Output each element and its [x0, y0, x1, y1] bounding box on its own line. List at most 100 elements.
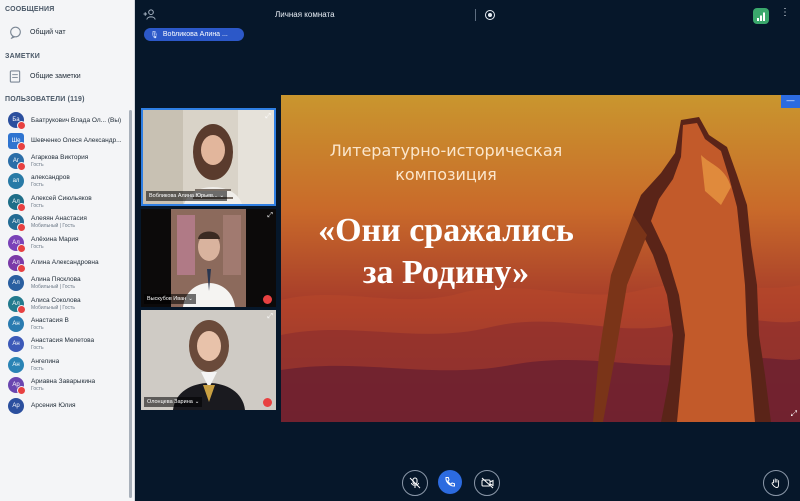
participant-name-3: Олонцева Зарина ⌄ [144, 397, 203, 407]
mic-off-icon [409, 477, 421, 489]
messages-section-title: СООБЩЕНИЯ [5, 6, 55, 13]
video-tile-1[interactable]: Вобликова Алина Юрьев... ⌄ ⤢ [141, 108, 276, 206]
user-info: Ангелина Гость [31, 358, 59, 372]
user-list-item[interactable]: Ар Арсения Юлия [0, 395, 134, 415]
user-name: александров [31, 174, 70, 182]
user-list-item[interactable]: ал александров Гость [0, 171, 134, 191]
user-role: Мобильный | Гость [31, 304, 75, 311]
chevron-down-icon: ⌄ [194, 399, 200, 405]
user-list-item[interactable]: Ше Шевченко Олеся Александр... [0, 130, 134, 151]
user-info: Алиса Соколова Мобильный | Гость [31, 297, 81, 311]
user-name: Баатрукович Влада Ол... (Вы) [31, 116, 122, 124]
camera-off-button[interactable] [474, 470, 500, 496]
muted-status-icon [17, 141, 26, 151]
user-info: Алеяян Анастасия Мобильный | Гость [31, 215, 87, 229]
user-list-item[interactable]: Ар Ариавна Заварыкина Гость [0, 375, 134, 396]
user-list-item[interactable]: Ан Анастасия Мелетова Гость [0, 334, 134, 354]
participant-name-1: Вобликова Алина Юрьев... ⌄ [146, 191, 228, 201]
user-name: Алёхина Мария [31, 235, 79, 243]
muted-status-icon [17, 161, 26, 171]
user-list-item[interactable]: Ал Алеяян Анастасия Мобильный | Гость [0, 212, 134, 233]
user-name: Алеяян Анастасия [31, 215, 87, 223]
minimize-presentation-button[interactable]: — [781, 95, 800, 108]
user-list-item[interactable]: Ал Алиса Соколова Мобильный | Гость [0, 294, 134, 314]
expand-icon[interactable]: ⤢ [267, 212, 273, 220]
user-role: Гость [31, 345, 44, 352]
chevron-down-icon: ⌄ [188, 296, 193, 302]
general-chat-item[interactable]: Общий чат [0, 21, 134, 43]
avatar: ал [8, 173, 24, 190]
user-info: Анастасия В Гость [31, 317, 69, 331]
chevron-down-icon: ⌄ [219, 193, 225, 199]
video-feed-3 [141, 310, 276, 410]
user-name: Арсения Юлия [31, 402, 76, 410]
user-name: Анастасия Мелетова [31, 337, 95, 345]
user-role: Гость [31, 386, 44, 393]
user-list-item[interactable]: Ба Баатрукович Влада Ол... (Вы) [0, 110, 134, 131]
topbar-divider [475, 9, 476, 21]
user-list-item[interactable]: Ал Алёхина Мария Гость [0, 232, 134, 253]
user-list-item[interactable]: Ал Алексей Сиюльяков Гость [0, 192, 134, 212]
expand-icon[interactable]: ⤢ [265, 113, 271, 121]
room-title: Личная комната [275, 10, 335, 19]
mic-off-icon [263, 398, 272, 407]
add-user-icon[interactable] [143, 9, 156, 22]
active-speaker-name: Вобликова Алина ... [162, 31, 228, 38]
muted-status-icon [17, 202, 26, 212]
shared-notes-label: Общие заметки [30, 72, 81, 80]
video-tile-2[interactable]: Выскубов Иван ⌄ ⤢ [141, 209, 276, 307]
muted-status-icon [17, 304, 26, 314]
avatar: Ал [8, 234, 26, 253]
video-tile-3[interactable]: Олонцева Зарина ⌄ ⤢ [141, 310, 276, 410]
raise-hand-button[interactable] [763, 470, 789, 496]
user-info: Шевченко Олеся Александр... [31, 137, 122, 144]
slide-subtitle-line2: композиция [395, 165, 497, 184]
muted-status-icon [17, 263, 26, 273]
avatar-initials: Ал [12, 280, 20, 287]
muted-status-icon [17, 223, 26, 233]
avatar: Ал [8, 254, 26, 273]
user-info: Агаркова Виктория Гость [31, 154, 88, 168]
camera-off-icon [481, 477, 493, 489]
user-role: Мобильный | Гость [31, 223, 75, 230]
user-list-scrollbar[interactable] [129, 110, 132, 498]
sidebar: СООБЩЕНИЯ Общий чат ЗАМЕТКИ Общие заметк… [0, 0, 135, 501]
user-info: Баатрукович Влада Ол... (Вы) [31, 117, 121, 124]
user-role: Гость [31, 161, 44, 168]
avatar-initials: Ан [12, 341, 20, 348]
user-role: Мобильный | Гость [31, 284, 75, 291]
expand-icon[interactable]: ⤢ [791, 409, 797, 419]
user-list-item[interactable]: Ан Ангелина Гость [0, 355, 134, 375]
avatar: Ан [8, 356, 24, 373]
network-icon[interactable] [753, 8, 769, 24]
user-name: Агаркова Виктория [31, 153, 89, 161]
user-info: александров Гость [31, 174, 70, 188]
user-name: Алина Александровна [31, 259, 99, 267]
microphone-icon: 🎙 [150, 31, 159, 39]
user-role: Гость [31, 365, 44, 372]
user-name: Алиса Соколова [31, 296, 81, 304]
user-name: Алексей Сиюльяков [31, 194, 92, 202]
avatar: Ар [8, 377, 26, 396]
user-name: Анастасия В [31, 317, 69, 325]
user-list-item[interactable]: Ал Алина Александровна [0, 253, 134, 273]
record-icon[interactable] [485, 10, 495, 20]
user-name: Ариавна Заварыкина [31, 378, 96, 386]
user-name: Алина Пясклова [31, 276, 81, 284]
avatar-initials: Ар [12, 402, 20, 409]
mic-off-button[interactable] [402, 470, 428, 496]
avatar: Аг [8, 152, 26, 171]
user-list-item[interactable]: Ал Алина Пясклова Мобильный | Гость [0, 273, 134, 293]
more-icon[interactable]: ⋮ [780, 7, 790, 18]
user-list-item[interactable]: Ан Анастасия В Гость [0, 314, 134, 334]
shared-notes-item[interactable]: Общие заметки [0, 65, 134, 87]
leave-audio-button[interactable] [438, 470, 462, 494]
users-section-title: ПОЛЬЗОВАТЕЛИ (119) [5, 96, 85, 103]
user-list-item[interactable]: Аг Агаркова Виктория Гость [0, 151, 134, 171]
avatar: Ба [8, 112, 26, 131]
video-feed-2 [141, 209, 276, 307]
user-info: Анастасия Мелетова Гость [31, 337, 94, 351]
muted-status-icon [17, 386, 26, 396]
expand-icon[interactable]: ⤢ [267, 313, 273, 321]
user-role: Гость [31, 182, 44, 189]
